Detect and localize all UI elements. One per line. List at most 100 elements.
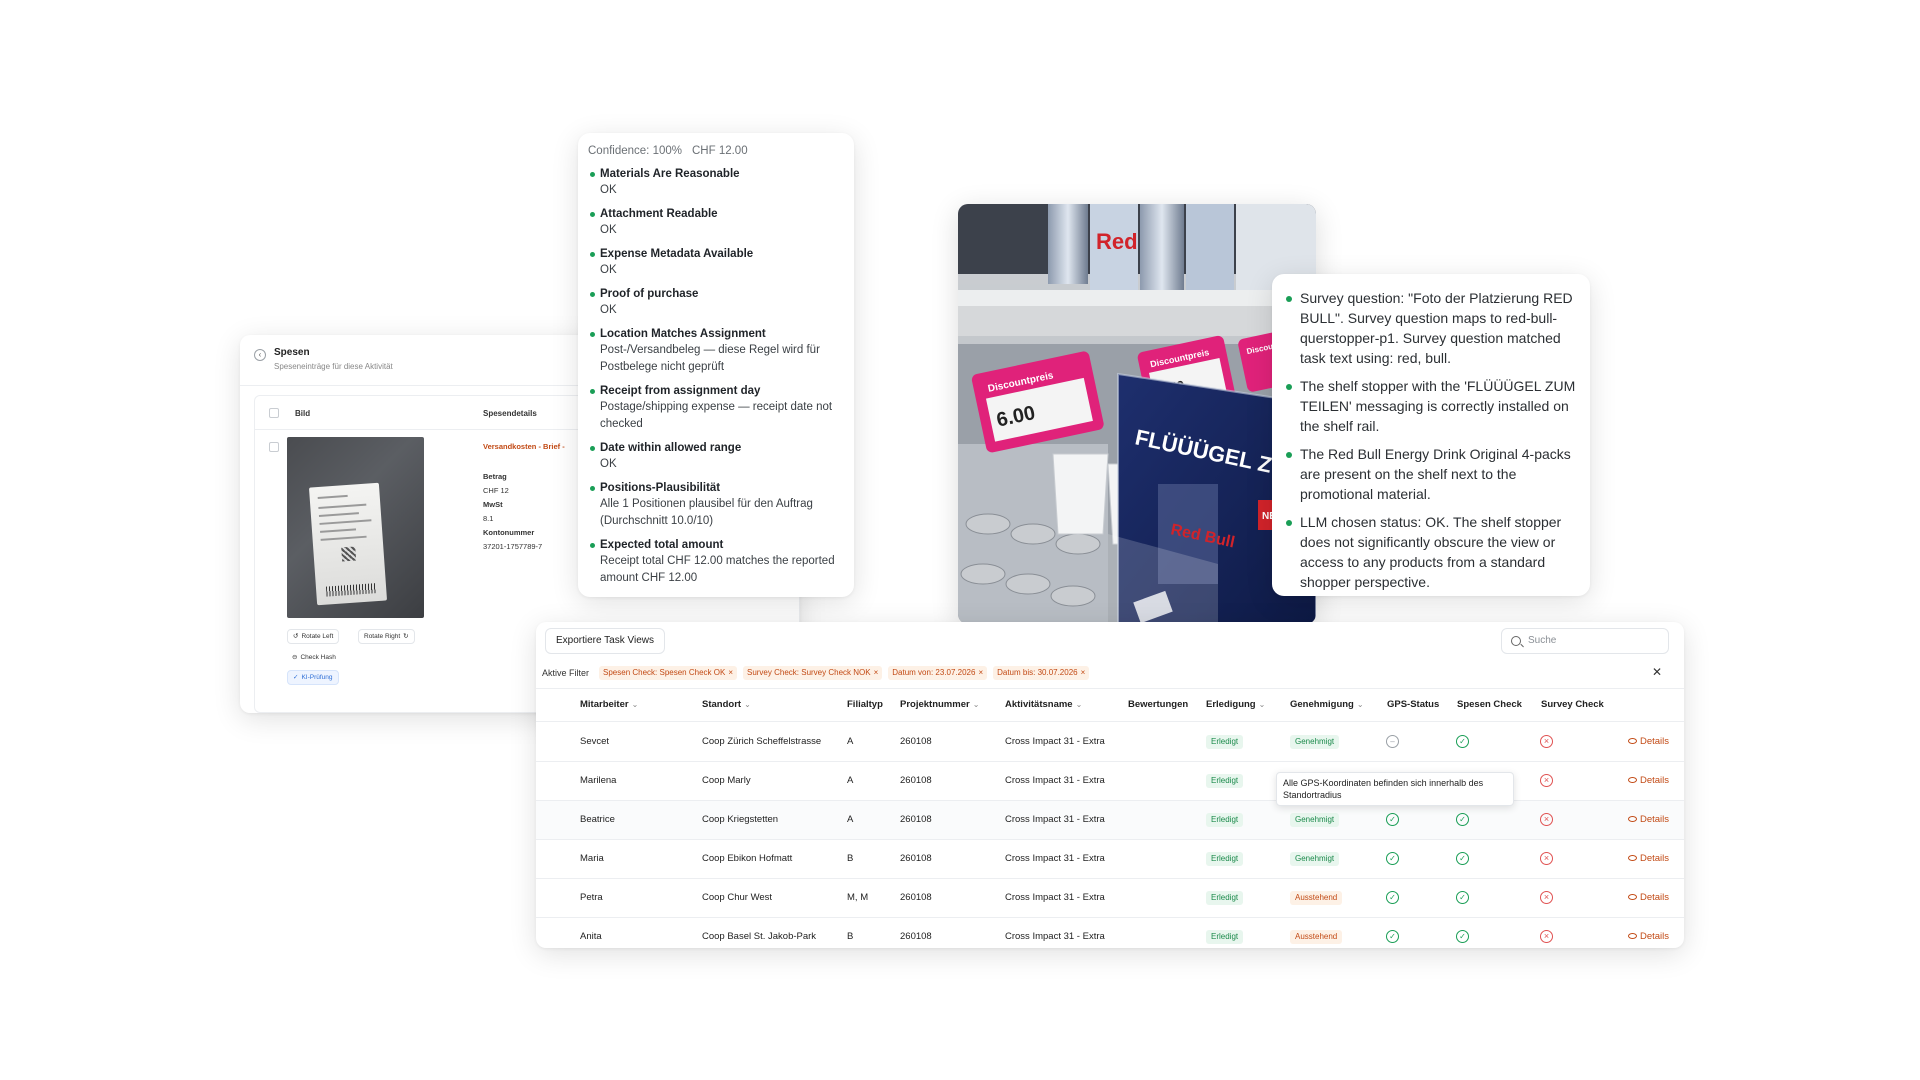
col-filialtyp: Filialtyp — [847, 699, 883, 710]
survey-nok-icon: × — [1540, 735, 1553, 748]
table-header: Mitarbeiter ⌄ Standort ⌄ Filialtyp Projekt… — [536, 688, 1684, 722]
details-link[interactable]: Details — [1627, 892, 1669, 903]
survey-item: LLM chosen status: OK. The shelf stopper… — [1284, 512, 1578, 592]
details-link[interactable]: Details — [1627, 853, 1669, 864]
remove-filter-icon[interactable]: × — [874, 668, 879, 677]
genehmigung-badge: Ausstehend — [1290, 930, 1343, 944]
genehmigung-badge: Ausstehend — [1290, 891, 1343, 905]
check-item: Materials Are Reasonable OK — [588, 167, 844, 199]
shelf-photo[interactable]: Red Bull Discountpreis 6.00 Discount — [958, 204, 1316, 624]
table-row[interactable]: Maria Coop Ebikon Hofmatt B 260108 Cross Imp… — [536, 840, 1684, 879]
col-genehmigung[interactable]: Genehmigung ⌄ — [1290, 699, 1364, 710]
chevron-down-icon: ⌄ — [631, 700, 639, 709]
filter-chip[interactable]: Datum bis: 30.07.2026 × — [993, 666, 1090, 680]
select-all-checkbox[interactable] — [269, 408, 279, 418]
details-link[interactable]: Details — [1627, 931, 1669, 942]
check-title: Expense Metadata Available — [600, 248, 754, 260]
clear-filters-icon[interactable]: ✕ — [1652, 665, 1662, 679]
col-standort[interactable]: Standort ⌄ — [702, 699, 751, 710]
status-dot-icon — [590, 292, 595, 297]
vat-value: 8.1 — [483, 514, 494, 523]
eye-icon — [1627, 777, 1637, 783]
search-icon — [1511, 636, 1521, 646]
cell-mitarbeiter: Marilena — [580, 775, 617, 786]
receipt-image[interactable] — [287, 437, 424, 618]
check-item: Location Matches Assignment Post-/Versand… — [588, 327, 844, 376]
remove-filter-icon[interactable]: × — [728, 668, 733, 677]
gps-ok-icon: ✓ — [1386, 930, 1399, 943]
table-row[interactable]: Sevcet Coop Zürich Scheffelstrasse A 260108… — [536, 723, 1684, 762]
details-link[interactable]: Details — [1627, 814, 1669, 825]
table-row[interactable]: Anita Coop Basel St. Jakob-Park B 260108 Cro… — [536, 918, 1684, 948]
remove-filter-icon[interactable]: × — [978, 668, 983, 677]
expense-type: Versandkosten - Brief - — [483, 442, 565, 451]
row-checkbox[interactable] — [269, 442, 279, 452]
col-erledigung-label: Erledigung — [1206, 699, 1256, 710]
col-image: Bild — [295, 409, 311, 418]
filter-chip[interactable]: Datum von: 23.07.2026 × — [888, 666, 988, 680]
rotate-left-button[interactable]: ↺ Rotate Left — [287, 629, 340, 644]
check-title: Attachment Readable — [600, 208, 718, 220]
erledigung-badge: Erledigt — [1206, 930, 1244, 944]
survey-item: The Red Bull Energy Drink Original 4-pac… — [1284, 444, 1578, 504]
cell-standort: Coop Basel St. Jakob-Park — [702, 931, 817, 942]
spesen-ok-icon: ✓ — [1456, 891, 1469, 904]
check-hash-button[interactable]: ⊖ Check Hash — [287, 650, 341, 665]
gps-ok-icon: ✓ — [1386, 852, 1399, 865]
check-item: Expected total amount Receipt total CHF 1… — [588, 538, 844, 587]
col-mitarbeiter-label: Mitarbeiter — [580, 699, 629, 710]
export-button[interactable]: Exportiere Task Views — [545, 628, 666, 654]
survey-item-text: LLM chosen status: OK. The shelf stopper… — [1300, 514, 1562, 590]
status-dot-icon — [590, 172, 595, 177]
survey-item-text: The shelf stopper with the 'FLÜÜÜGEL ZUM… — [1300, 378, 1576, 434]
spesen-subtitle: Speseneinträge für diese Aktivität — [274, 362, 393, 371]
check-icon: ✓ — [293, 674, 299, 681]
check-title: Date within allowed range — [600, 442, 742, 454]
status-dot-icon — [590, 252, 595, 257]
details-link[interactable]: Details — [1627, 736, 1669, 747]
erledigung-badge: Erledigt — [1206, 735, 1244, 749]
cell-standort: Coop Chur West — [702, 892, 773, 903]
filter-chip-label: Datum bis: 30.07.2026 — [997, 668, 1078, 677]
check-hash-label: Check Hash — [300, 654, 336, 661]
check-detail: Post-/Versandbeleg — diese Regel wird fü… — [600, 344, 820, 373]
cell-aktivitaet: Cross Impact 31 - Extra — [1005, 892, 1105, 903]
cell-aktivitaet: Cross Impact 31 - Extra — [1005, 775, 1105, 786]
cell-mitarbeiter: Beatrice — [580, 814, 615, 825]
col-survey: Survey Check — [1541, 699, 1604, 710]
col-erledigung[interactable]: Erledigung ⌄ — [1206, 699, 1265, 710]
cell-filialtyp: B — [847, 931, 854, 942]
genehmigung-badge: Genehmigt — [1290, 813, 1340, 827]
search-placeholder: Suche — [1528, 635, 1557, 646]
table-row[interactable]: Beatrice Coop Kriegstetten A 260108 Cross Im… — [536, 801, 1684, 840]
filter-chip-label: Survey Check: Survey Check NOK — [746, 668, 871, 677]
cell-projektnummer: 260108 — [900, 931, 932, 942]
ki-check-button[interactable]: ✓ KI-Prüfung — [287, 670, 339, 685]
col-mitarbeiter[interactable]: Mitarbeiter ⌄ — [580, 699, 638, 710]
eye-icon — [1627, 855, 1637, 861]
survey-item: The shelf stopper with the 'FLÜÜÜGEL ZUM… — [1284, 376, 1578, 436]
check-detail: OK — [600, 184, 617, 196]
col-standort-label: Standort — [702, 699, 742, 710]
vat-label: MwSt — [483, 500, 503, 509]
rotate-right-button[interactable]: Rotate Right ↻ — [358, 629, 415, 644]
remove-filter-icon[interactable]: × — [1081, 668, 1086, 677]
cell-aktivitaet: Cross Impact 31 - Extra — [1005, 736, 1105, 747]
col-aktivitaet[interactable]: Aktivitätsname ⌄ — [1005, 699, 1082, 710]
check-title: Receipt from assignment day — [600, 385, 761, 397]
check-title: Location Matches Assignment — [600, 328, 766, 340]
status-dot-icon — [590, 486, 595, 491]
col-projektnummer[interactable]: Projektnummer ⌄ — [900, 699, 979, 710]
details-link[interactable]: Details — [1627, 775, 1669, 786]
survey-nok-icon: × — [1540, 891, 1553, 904]
cell-mitarbeiter: Sevcet — [580, 736, 610, 747]
cell-standort: Coop Ebikon Hofmatt — [702, 853, 793, 864]
back-icon[interactable]: ‹ — [254, 349, 266, 361]
search-input[interactable]: Suche — [1501, 628, 1669, 654]
genehmigung-badge: Genehmigt — [1290, 735, 1340, 749]
spesen-ok-icon: ✓ — [1456, 813, 1469, 826]
filter-chip[interactable]: Spesen Check: Spesen Check OK × — [599, 666, 737, 680]
filter-chip[interactable]: Survey Check: Survey Check NOK × — [742, 666, 883, 680]
cell-standort: Coop Kriegstetten — [702, 814, 779, 825]
table-row[interactable]: Petra Coop Chur West M, M 260108 Cross Impac… — [536, 879, 1684, 918]
